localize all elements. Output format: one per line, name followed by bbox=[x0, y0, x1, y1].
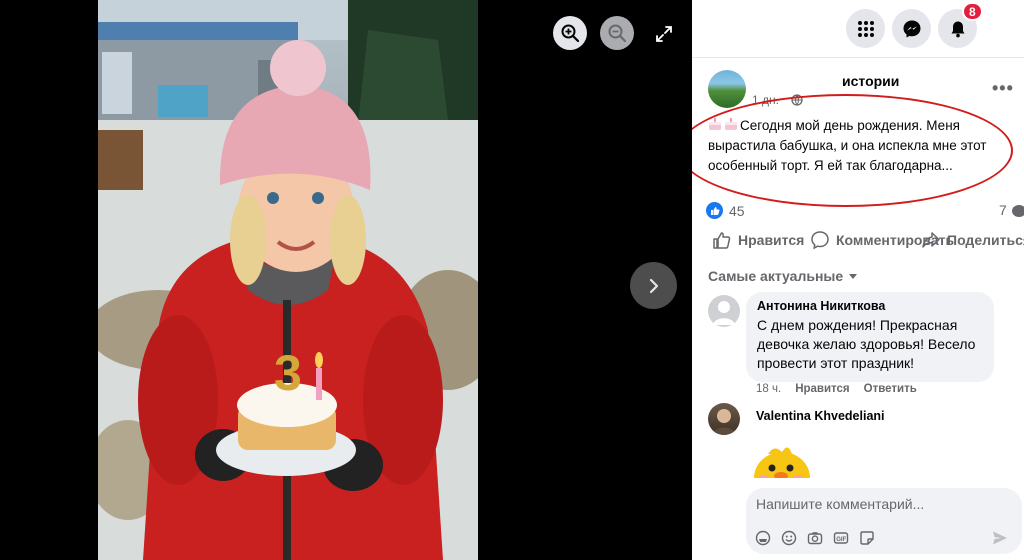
fullscreen-button[interactable] bbox=[650, 20, 678, 48]
commenter-avatar[interactable] bbox=[708, 403, 740, 435]
messenger-icon bbox=[903, 20, 920, 37]
page-title[interactable]: истории bbox=[842, 73, 899, 89]
comment-composer: GIF bbox=[746, 488, 1022, 554]
photo-button[interactable] bbox=[806, 529, 824, 547]
like-button[interactable]: Нравится bbox=[712, 230, 804, 250]
post-text: Сегодня мой день рождения. Меня вырастил… bbox=[708, 116, 1008, 176]
bell-icon bbox=[951, 21, 964, 37]
comment-text: С днем рождения! Прекрасная девочка жела… bbox=[757, 317, 976, 371]
avatar-photo bbox=[712, 409, 736, 435]
comment-time[interactable]: 18 ч. bbox=[756, 383, 781, 395]
chick-sticker bbox=[752, 438, 818, 478]
cake-emoji-icon bbox=[724, 117, 738, 130]
chevron-right-icon bbox=[649, 278, 658, 293]
photo-viewer: 3 bbox=[0, 0, 692, 560]
sticker-button[interactable] bbox=[858, 529, 876, 547]
cake-emoji-icon bbox=[708, 117, 722, 130]
top-bar: 8 bbox=[692, 0, 1024, 58]
post-photo[interactable]: 3 bbox=[98, 0, 478, 560]
avatar-sticker-button[interactable] bbox=[754, 529, 772, 547]
page-avatar[interactable] bbox=[708, 70, 746, 108]
zoom-in-icon bbox=[561, 24, 580, 43]
menu-button[interactable] bbox=[846, 9, 885, 48]
composer-toolbar: GIF bbox=[754, 529, 884, 547]
grid-menu-icon bbox=[857, 20, 874, 37]
comment-reply-link[interactable]: Ответить bbox=[864, 383, 917, 395]
facebook-photo-viewer: 3 8 истории 1 дн. ••• Сегодня мой день р… bbox=[0, 0, 1024, 560]
caret-down-icon bbox=[849, 273, 858, 279]
comments-count[interactable]: 7 bbox=[999, 202, 1007, 218]
emoji-button[interactable] bbox=[780, 529, 798, 547]
default-avatar-icon bbox=[713, 301, 735, 325]
commenter-avatar[interactable] bbox=[708, 295, 740, 327]
messenger-button[interactable] bbox=[892, 9, 931, 48]
comment-like-link[interactable]: Нравится bbox=[795, 383, 849, 395]
comment-icon bbox=[811, 231, 829, 250]
post-timestamp[interactable]: 1 дн. bbox=[752, 93, 779, 107]
gif-button[interactable]: GIF bbox=[832, 529, 850, 547]
post-options-button[interactable]: ••• bbox=[992, 78, 1014, 99]
comment-author[interactable]: Valentina Khvedeliani bbox=[756, 409, 885, 423]
comment-author[interactable]: Антонина Никиткова bbox=[757, 299, 983, 313]
comment-bubble: Антонина Никиткова С днем рождения! Прек… bbox=[746, 292, 994, 382]
comment-meta: 18 ч. Нравится Ответить bbox=[756, 383, 931, 395]
comment-input[interactable] bbox=[756, 496, 1006, 512]
camera-icon bbox=[807, 532, 823, 545]
comments-sort-label: Самые актуальные bbox=[708, 268, 844, 284]
zoom-out-button[interactable] bbox=[600, 16, 634, 50]
thumbs-up-icon bbox=[713, 232, 731, 249]
post-text-body: Сегодня мой день рождения. Меня вырастил… bbox=[708, 118, 987, 173]
gif-icon: GIF bbox=[833, 532, 849, 544]
like-button-label: Нравится bbox=[738, 232, 805, 248]
notifications-badge: 8 bbox=[962, 2, 983, 21]
globe-icon bbox=[791, 94, 803, 106]
post-actions: Нравится Комментировать Поделиться bbox=[692, 230, 1024, 256]
next-photo-button[interactable] bbox=[630, 262, 677, 309]
share-button[interactable]: Поделиться bbox=[921, 230, 1024, 250]
svg-text:3: 3 bbox=[274, 345, 302, 401]
zoom-out-icon bbox=[608, 24, 627, 43]
send-icon[interactable] bbox=[992, 530, 1008, 546]
share-button-label: Поделиться bbox=[947, 232, 1024, 248]
comment-count-icon bbox=[1012, 205, 1024, 217]
share-icon bbox=[922, 232, 940, 248]
like-reaction-icon bbox=[706, 202, 723, 219]
photo-illustration: 3 bbox=[98, 0, 478, 560]
avatar-sticker-icon bbox=[755, 530, 771, 546]
reactions-summary[interactable]: 45 bbox=[706, 202, 745, 219]
expand-icon bbox=[656, 26, 672, 42]
comments-sort-dropdown[interactable]: Самые актуальные bbox=[708, 268, 858, 284]
post-panel: 8 истории 1 дн. ••• Сегодня мой день рож… bbox=[692, 0, 1024, 560]
sticker-icon bbox=[860, 531, 874, 545]
smiley-icon bbox=[781, 530, 797, 546]
zoom-in-button[interactable] bbox=[553, 16, 587, 50]
likes-count: 45 bbox=[729, 202, 745, 219]
svg-text:GIF: GIF bbox=[836, 537, 846, 543]
